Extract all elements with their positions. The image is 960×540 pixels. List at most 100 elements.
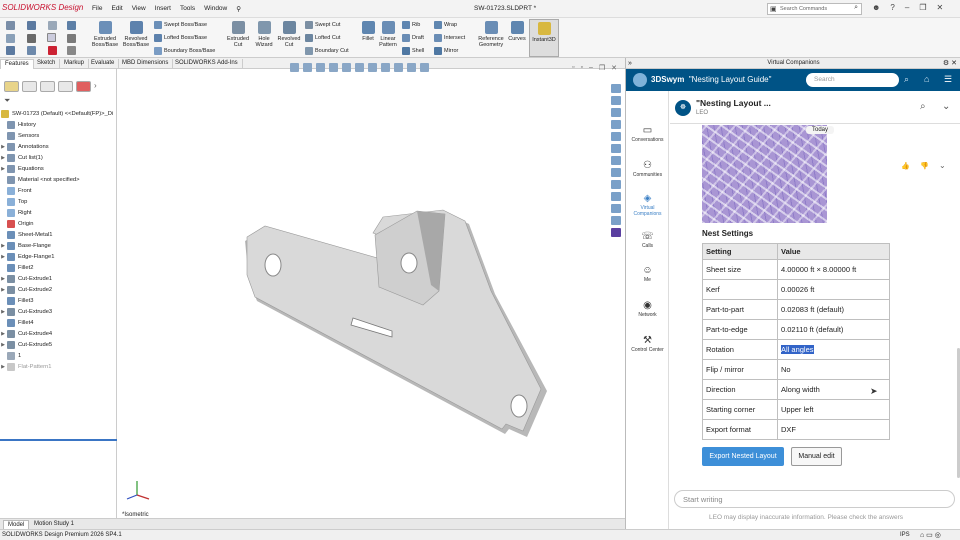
task-pane-tab-icon[interactable] (611, 132, 621, 141)
part-model[interactable] (117, 69, 625, 518)
wrap-button[interactable]: Wrap (434, 21, 457, 29)
user-icon[interactable]: ☻ (872, 3, 880, 12)
help-icon[interactable]: ? (890, 3, 894, 12)
tree-item-sheet-metal[interactable]: Sheet-Metal1 (0, 229, 52, 240)
expand-arrow-icon[interactable]: ▶ (0, 364, 6, 370)
tab-mbd-dimensions[interactable]: MBD Dimensions (118, 59, 174, 69)
intersect-button[interactable]: Intersect (434, 34, 465, 42)
revolved-cut-button[interactable]: Revolved Cut (276, 21, 302, 48)
thumbs-up-icon[interactable]: 👍 (901, 162, 910, 170)
status-icons[interactable]: ⌂ ▭ ◎ (920, 531, 941, 539)
mirror-button[interactable]: Mirror (434, 47, 458, 55)
menu-view[interactable]: View (132, 5, 146, 13)
task-pane-tab-icon[interactable] (611, 144, 621, 153)
tree-item-edge-flange[interactable]: ▶ Edge-Flange1 (0, 251, 54, 262)
expand-arrow-icon[interactable]: ▶ (0, 276, 6, 282)
tree-item-history[interactable]: History (0, 119, 36, 130)
configuration-manager-tab-icon[interactable] (40, 81, 55, 92)
display-manager-tab-icon[interactable] (76, 81, 91, 92)
tree-item-cut-extrude4[interactable]: ▶ Cut-Extrude4 (0, 328, 52, 339)
graphics-viewport[interactable]: ▫ ▫ – ❐ ✕ *Isometric (117, 63, 625, 518)
task-pane-tab-icon[interactable] (611, 192, 621, 201)
menu-file[interactable]: File (92, 5, 102, 13)
tab-features[interactable]: Features (0, 59, 34, 69)
tree-item-right[interactable]: Right (0, 207, 32, 218)
expand-arrow-icon[interactable]: ▶ (0, 254, 6, 260)
tree-item-cut-list[interactable]: ▶ Cut list(1) (0, 152, 43, 163)
search-icon[interactable]: ⌕ (854, 4, 858, 12)
export-nested-layout-button[interactable]: Export Nested Layout (702, 447, 784, 466)
tree-item-material[interactable]: Material <not specified> (0, 174, 80, 185)
property-manager-tab-icon[interactable] (22, 81, 37, 92)
selected-text[interactable]: All angles (781, 345, 814, 354)
shell-button[interactable]: Shell (402, 47, 424, 55)
message-input[interactable]: Start writing (674, 490, 955, 508)
tree-item-cut-extrude1[interactable]: ▶ Cut-Extrude1 (0, 273, 52, 284)
menu-tools[interactable]: Tools (180, 5, 195, 13)
nesting-preview-image[interactable] (702, 125, 827, 223)
view-options-icon[interactable] (67, 46, 76, 55)
tree-item-cut-extrude2[interactable]: ▶ Cut-Extrude2 (0, 284, 52, 295)
tree-item-cut-extrude5[interactable]: ▶ Cut-Extrude5 (0, 339, 52, 350)
nav-conversations[interactable]: ▭ Conversations (626, 125, 669, 143)
save-icon[interactable] (27, 21, 36, 30)
tree-item-top[interactable]: Top (0, 196, 27, 207)
redo-icon[interactable] (27, 46, 36, 55)
nav-communities[interactable]: ⚇ Communities (626, 160, 669, 178)
expand-arrow-icon[interactable]: ▶ (0, 166, 6, 172)
expand-arrow-icon[interactable]: ▶ (0, 155, 6, 161)
swept-cut-button[interactable]: Swept Cut (305, 21, 340, 29)
collapse-icon[interactable]: » (628, 58, 632, 69)
nav-control-center[interactable]: ⚒ Control Center (626, 335, 669, 353)
search-icon[interactable]: ⌕ (920, 101, 926, 112)
task-pane-tab-icon[interactable] (611, 120, 621, 129)
nav-me[interactable]: ☺ Me (626, 265, 669, 283)
panel-splitter[interactable] (0, 439, 117, 441)
chevron-down-icon[interactable]: ⌄ (942, 101, 950, 112)
tree-item-equations[interactable]: ▶ Equations (0, 163, 44, 174)
task-pane-tab-icon[interactable] (611, 84, 621, 93)
extruded-cut-button[interactable]: Extruded Cut (225, 21, 251, 48)
task-pane-tab-icon[interactable] (611, 156, 621, 165)
units-indicator[interactable]: IPS (900, 532, 910, 538)
dimxpert-tab-icon[interactable] (58, 81, 73, 92)
restore-icon[interactable]: ❐ (919, 3, 926, 12)
virtual-companion-tab-icon[interactable] (611, 228, 621, 237)
hamburger-menu-icon[interactable]: ☰ (944, 74, 952, 85)
minimize-icon[interactable]: – (905, 3, 909, 12)
task-pane-tab-icon[interactable] (611, 216, 621, 225)
menu-insert[interactable]: Insert (155, 5, 171, 13)
task-pane-tab-icon[interactable] (611, 96, 621, 105)
tab-motion-study[interactable]: Motion Study 1 (30, 520, 78, 528)
tree-item-origin[interactable]: Origin (0, 218, 33, 229)
chevron-down-icon[interactable]: ⌄ (939, 161, 946, 170)
search-icon[interactable]: ⌕ (904, 74, 909, 85)
expand-arrow-icon[interactable]: ▶ (0, 287, 6, 293)
chevron-right-icon[interactable]: › (94, 81, 97, 93)
rib-button[interactable]: Rib (402, 21, 420, 29)
undo-icon[interactable] (48, 21, 57, 30)
nav-network[interactable]: ◉ Network (626, 300, 669, 318)
menu-edit[interactable]: Edit (111, 5, 122, 13)
tree-item-base-flange[interactable]: ▶ Base-Flange (0, 240, 51, 251)
draft-button[interactable]: Draft (402, 34, 424, 42)
filter-icon[interactable]: ⏷ (4, 96, 10, 106)
tree-item-front[interactable]: Front (0, 185, 32, 196)
vc-window-icons[interactable]: ⚙ ✕ (943, 58, 957, 69)
expand-arrow-icon[interactable]: ▶ (0, 144, 6, 150)
rebuild-icon[interactable] (48, 46, 57, 55)
tab-markup[interactable]: Markup (60, 59, 90, 69)
task-pane-tab-icon[interactable] (611, 180, 621, 189)
thumbs-down-icon[interactable]: 👎 (920, 162, 929, 170)
manual-edit-button[interactable]: Manual edit (791, 447, 842, 466)
expand-arrow-icon[interactable]: ▶ (0, 342, 6, 348)
tree-item-1[interactable]: 1 (0, 350, 21, 361)
menu-window[interactable]: Window (204, 5, 227, 13)
task-pane-tab-icon[interactable] (611, 168, 621, 177)
tree-item-fillet4[interactable]: Fillet4 (0, 317, 33, 328)
boundary-cut-button[interactable]: Boundary Cut (305, 47, 349, 55)
pin-icon[interactable]: ⚲ (236, 5, 241, 13)
fillet-button[interactable]: Fillet (358, 21, 378, 42)
swept-boss-button[interactable]: Swept Boss/Base (154, 21, 207, 29)
tree-item-flat-pattern[interactable]: ▶ Flat-Pattern1 (0, 361, 52, 372)
